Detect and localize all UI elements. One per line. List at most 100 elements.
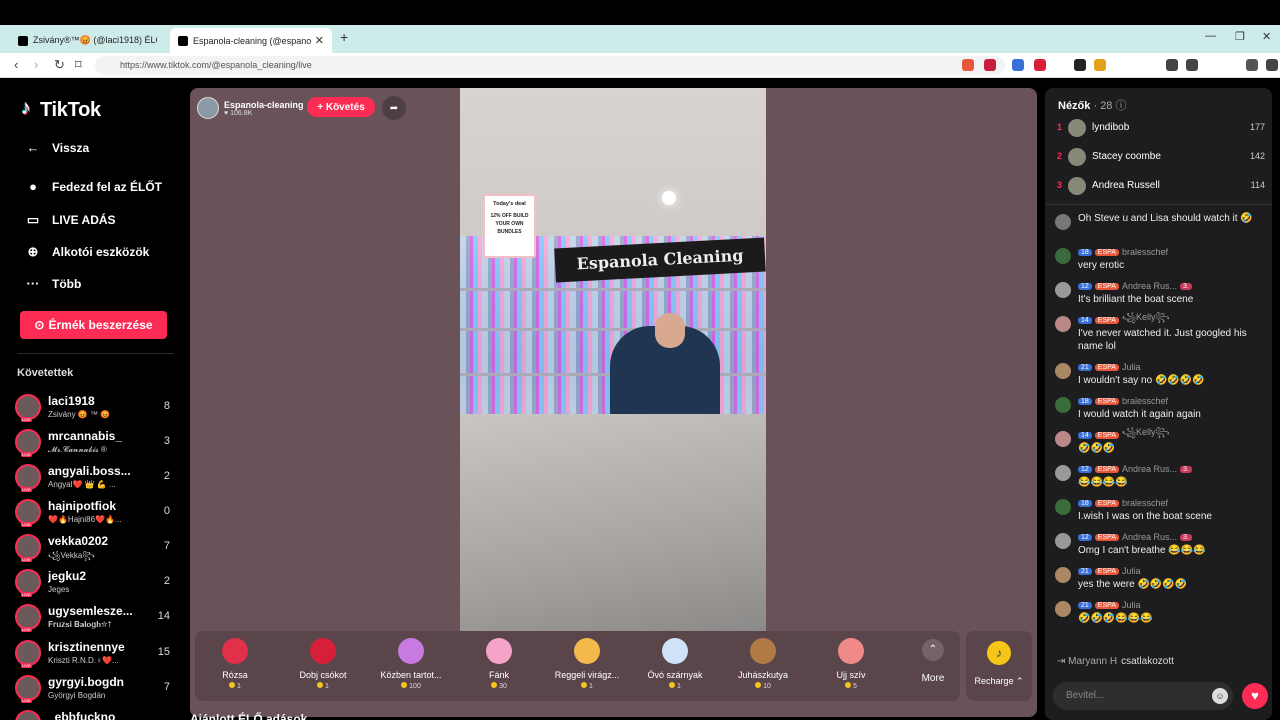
- live-badge: LIVE: [21, 522, 32, 527]
- following-user-vekka0202[interactable]: LIVE vekka0202 ꧁Vekka꧂ 7: [15, 532, 180, 564]
- following-user-gyrgyi[interactable]: LIVE gyrgyi.bogdn Györgyi Bogdán 7: [15, 673, 180, 705]
- recharge-button[interactable]: ♪ Recharge ⌃: [966, 631, 1032, 701]
- arrow-left-icon: ←: [26, 140, 40, 155]
- extension-icon[interactable]: [1074, 59, 1086, 71]
- close-tab-icon[interactable]: ✕: [315, 34, 324, 47]
- nav-creator-tools[interactable]: ⊕ Alkotói eszközök: [24, 244, 150, 260]
- translate-icon[interactable]: [1012, 59, 1024, 71]
- minimize-button[interactable]: —: [1205, 30, 1216, 42]
- extension-icon[interactable]: [1094, 59, 1106, 71]
- message-user[interactable]: Andrea Rus...: [1122, 532, 1177, 542]
- host-info[interactable]: Espanola-cleaning ♥ 106.8K: [197, 95, 304, 121]
- heart-icon[interactable]: ♥: [1242, 683, 1268, 709]
- tiktok-logo[interactable]: TikTok: [21, 97, 101, 122]
- message-meta: 14 ESPA ꧁Kelly꧂: [1078, 312, 1170, 326]
- level-badge: 18: [1078, 248, 1092, 256]
- message-user[interactable]: Julia: [1122, 362, 1141, 372]
- nav-explore-live[interactable]: ● Fedezd fel az ÉLŐT: [24, 179, 162, 194]
- close-window-button[interactable]: ✕: [1262, 30, 1271, 43]
- gift-item[interactable]: Fánk 30: [460, 635, 538, 697]
- avatar: [1055, 533, 1071, 549]
- maximize-button[interactable]: ❐: [1235, 30, 1245, 43]
- top-viewer[interactable]: 1 lyndibob 177: [1057, 117, 1265, 139]
- extension-icon[interactable]: [1034, 59, 1046, 71]
- nav-live-broadcast[interactable]: ▭ LIVE ADÁS: [24, 212, 116, 228]
- brave-shield-icon[interactable]: [962, 59, 974, 71]
- message-user[interactable]: Julia: [1122, 600, 1141, 610]
- tab-laci1918[interactable]: Zsivány®™😡 (@laci1918) ÉLŐ ...: [10, 28, 165, 53]
- avatar: [1055, 431, 1071, 447]
- coin-icon: [401, 682, 408, 688]
- share-icon[interactable]: ➦: [382, 96, 406, 120]
- following-title: Követettek: [17, 367, 74, 379]
- avatar: [1068, 148, 1086, 166]
- join-icon: ⇥: [1057, 656, 1066, 667]
- message-user[interactable]: bralesschef: [1122, 498, 1168, 508]
- viewer-rank: 3: [1057, 180, 1063, 190]
- following-user-hajnipotfiok[interactable]: LIVE hajnipotfiok ❤️🔥Hajni86❤️🔥... 0: [15, 497, 180, 529]
- tab-espanola[interactable]: Espanola-cleaning (@espanola_... ✕: [170, 28, 332, 53]
- bookmark-icon[interactable]: ⌑: [75, 57, 82, 73]
- deal-title: Today's deal: [493, 201, 526, 207]
- url-field[interactable]: https://www.tiktok.com/@espanola_cleanin…: [95, 56, 1005, 75]
- chat-input[interactable]: Bevitel...: [1053, 682, 1233, 710]
- level-badge: 12: [1078, 282, 1092, 290]
- get-coins-button[interactable]: ⊙ Érmék beszerzése: [20, 311, 167, 339]
- following-user-krisztinennye[interactable]: LIVE krisztinennye Kriszti R.N.D.♀❤️... …: [15, 638, 180, 670]
- top-viewer[interactable]: 2 Stacey coombe 142: [1057, 146, 1265, 168]
- gift-item[interactable]: Juhászkutya 10: [724, 635, 802, 697]
- gift-item[interactable]: Dobj csókot 1: [284, 635, 362, 697]
- following-user-angyali[interactable]: LIVE angyali.boss... Angyal❤️ 👑 💪 ... 2: [15, 462, 180, 494]
- live-video[interactable]: Espanola Cleaning Today's deal 12% OFF B…: [460, 88, 766, 631]
- emoji-icon[interactable]: ☺: [1212, 688, 1228, 704]
- message-meta: 21 ESPA Julia: [1078, 565, 1140, 577]
- message-user[interactable]: Julia: [1122, 566, 1141, 576]
- todays-deal-card[interactable]: Today's deal 12% OFF BUILD YOUR OWN BUND…: [483, 194, 536, 258]
- rewards-icon[interactable]: [984, 59, 996, 71]
- top-viewer[interactable]: 3 Andrea Russell 114: [1057, 175, 1265, 197]
- more-gifts-button[interactable]: ⌃ More: [913, 635, 953, 697]
- gift-item[interactable]: Rózsa 1: [196, 635, 274, 697]
- following-user-mrcannabis[interactable]: LIVE mrcannabis_ 𝓜𝓻.𝓒𝓪𝓷𝓷𝓪𝓫𝓲𝓼 ® 3: [15, 427, 180, 459]
- viewer-rank: 1: [1057, 122, 1063, 132]
- vpn-icon[interactable]: [1246, 59, 1258, 71]
- forward-nav-icon[interactable]: ›: [34, 57, 38, 72]
- chat-panel: Nézők · 28 ⓘ 1 lyndibob 177 2 Stacey coo…: [1045, 88, 1272, 720]
- avatar: [1068, 177, 1086, 195]
- message-meta: 12 ESPA Andrea Rus... 3.: [1078, 280, 1192, 292]
- back-link[interactable]: ← Vissza: [24, 140, 90, 155]
- nav-more[interactable]: ··· Több: [24, 276, 82, 291]
- gift-item[interactable]: Közben tartot... 100: [372, 635, 450, 697]
- new-tab-button[interactable]: +: [340, 29, 348, 45]
- gift-item[interactable]: Óvó szárnyak 1: [636, 635, 714, 697]
- music-icon[interactable]: [1166, 59, 1178, 71]
- following-user-ugysemlesze[interactable]: LIVE ugysemlesze... 𝐅𝐫𝐮𝐳𝐬𝐢 𝐁𝐚𝐥𝐨𝐠𝐡☆† 14: [15, 602, 180, 634]
- back-nav-icon[interactable]: ‹: [14, 57, 18, 72]
- following-user-jegku2[interactable]: LIVE jegku2 Jeges 2: [15, 567, 180, 599]
- live-badge: LIVE: [21, 417, 32, 422]
- joined-text: csatlakozott: [1121, 656, 1174, 667]
- info-icon[interactable]: ⓘ: [1116, 100, 1127, 112]
- following-user-laci1918[interactable]: LIVE laci1918 Zsivány 😡 ™ 😡 8: [15, 392, 180, 424]
- avatar: [1068, 119, 1086, 137]
- viewer-rank: 2: [1057, 151, 1063, 161]
- level-badge: 21: [1078, 601, 1092, 609]
- gift-item[interactable]: Reggeli virágz... 1: [548, 635, 626, 697]
- message-user[interactable]: bralesschef: [1122, 396, 1168, 406]
- live-badge: LIVE: [21, 487, 32, 492]
- following-user-ebbfuckno[interactable]: _ebbfuckno: [15, 708, 180, 720]
- nav-label: Alkotói eszközök: [52, 245, 150, 259]
- message-user[interactable]: Andrea Rus...: [1122, 464, 1177, 474]
- reload-icon[interactable]: ↻: [54, 57, 65, 73]
- sidebar-icon[interactable]: [1186, 59, 1198, 71]
- gift-name: Juhászkutya: [737, 670, 789, 680]
- joined-user[interactable]: Maryann H: [1068, 656, 1117, 667]
- follow-button[interactable]: + Követés: [307, 97, 375, 117]
- deal-text: 12% OFF BUILD YOUR OWN BUNDLES: [490, 213, 529, 235]
- menu-icon[interactable]: [1266, 59, 1278, 71]
- gift-item[interactable]: Ujj szív 5: [812, 635, 890, 697]
- nav-label: Fedezd fel az ÉLŐT: [52, 179, 163, 194]
- tiktok-favicon-icon: [18, 35, 28, 46]
- message-user[interactable]: Andrea Rus...: [1122, 281, 1177, 291]
- message-user[interactable]: bralesschef: [1122, 247, 1168, 257]
